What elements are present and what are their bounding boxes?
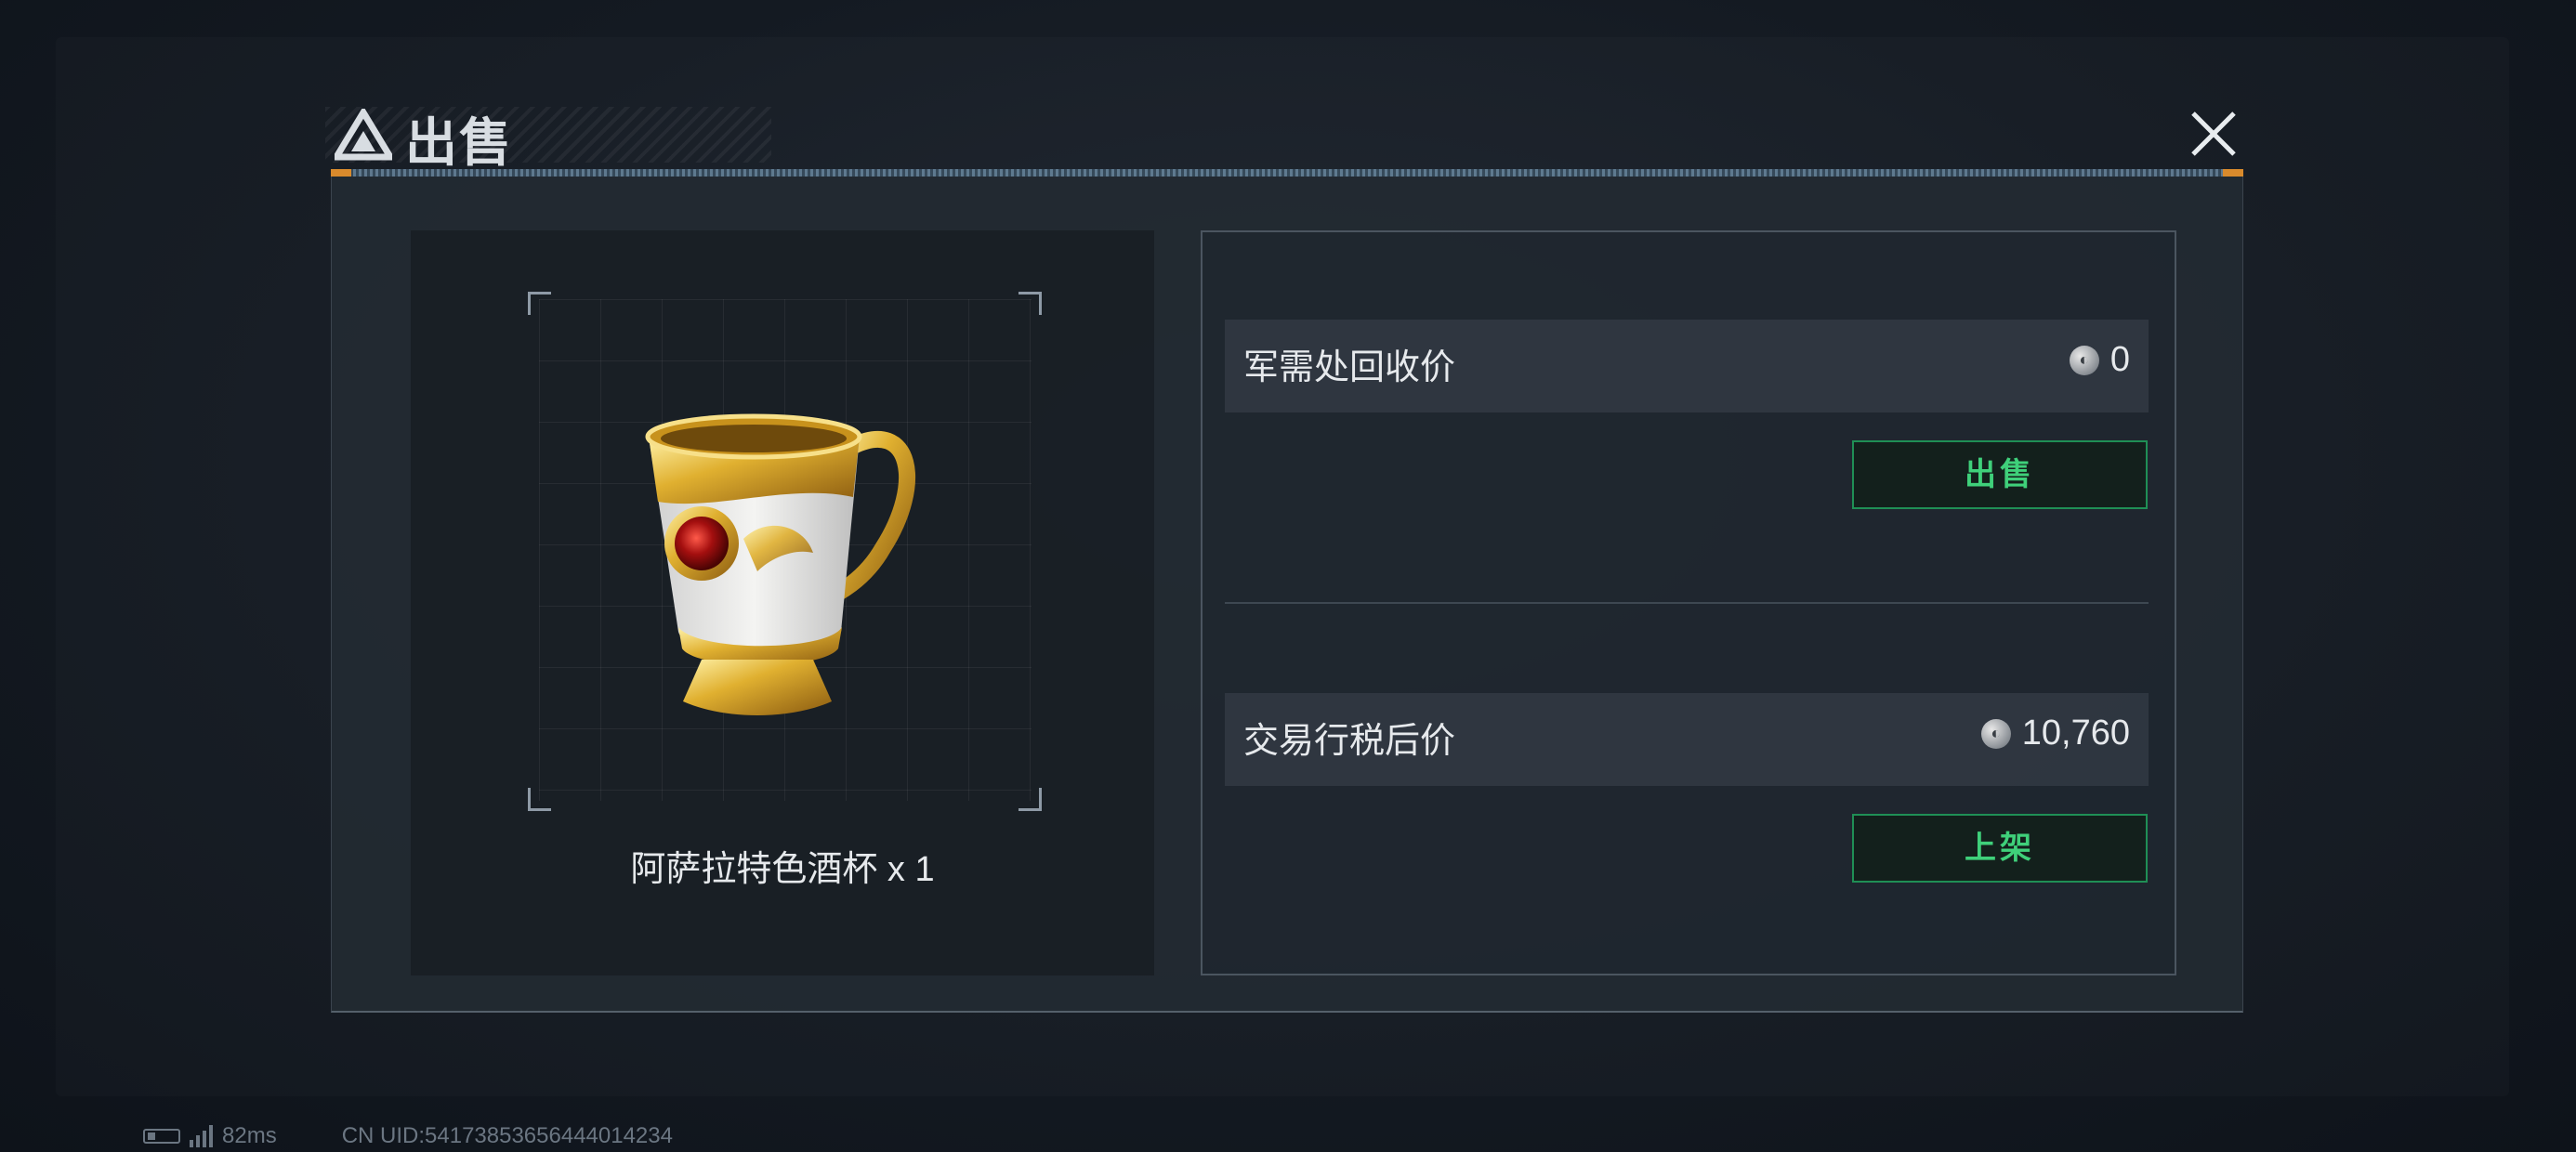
- list-on-market-button[interactable]: 上架: [1852, 814, 2148, 883]
- uid-text: CN UID:54173853656444014234: [341, 1123, 673, 1148]
- ping-text: 82ms: [222, 1123, 277, 1148]
- coin-icon: ◐: [1980, 718, 2011, 749]
- section-divider: [1225, 602, 2149, 604]
- item-name: 阿萨拉特色酒杯 x 1: [630, 850, 935, 889]
- recycle-price-value: ◐ 0: [2069, 340, 2130, 380]
- divider-accent-right: [2223, 169, 2243, 177]
- grid-corner: [1019, 788, 1042, 811]
- coin-icon: ◐: [2069, 345, 2099, 375]
- recycle-price-amount: 0: [2109, 340, 2130, 379]
- status-bar: 82ms CN UID:54173853656444014234: [143, 1122, 673, 1150]
- golden-cup-icon: [645, 413, 916, 715]
- delta-logo-icon: [335, 109, 392, 161]
- title-divider: [331, 169, 2243, 177]
- dialog-title: 出售: [405, 113, 513, 172]
- market-price-value: ◐ 10,760: [1980, 713, 2130, 753]
- recycle-price-label: 军需处回收价: [1243, 348, 1456, 387]
- grid-corner: [528, 292, 551, 315]
- signal-icon: [190, 1125, 213, 1147]
- market-price-row: 交易行税后价 ◐ 10,760: [1225, 693, 2149, 786]
- sell-button[interactable]: 出售: [1852, 440, 2148, 509]
- battery-icon: [143, 1129, 180, 1144]
- market-price-amount: 10,760: [2021, 713, 2130, 753]
- divider-accent-left: [331, 169, 351, 177]
- dialog-title-bar: 出售: [325, 98, 2249, 172]
- close-icon: [2191, 111, 2236, 156]
- grid-corner: [1019, 292, 1042, 315]
- close-button[interactable]: [2184, 104, 2243, 164]
- grid-corner: [528, 788, 551, 811]
- market-price-label: 交易行税后价: [1243, 722, 1456, 761]
- recycle-price-row: 军需处回收价 ◐ 0: [1225, 320, 2149, 412]
- title-stripes: [325, 107, 771, 163]
